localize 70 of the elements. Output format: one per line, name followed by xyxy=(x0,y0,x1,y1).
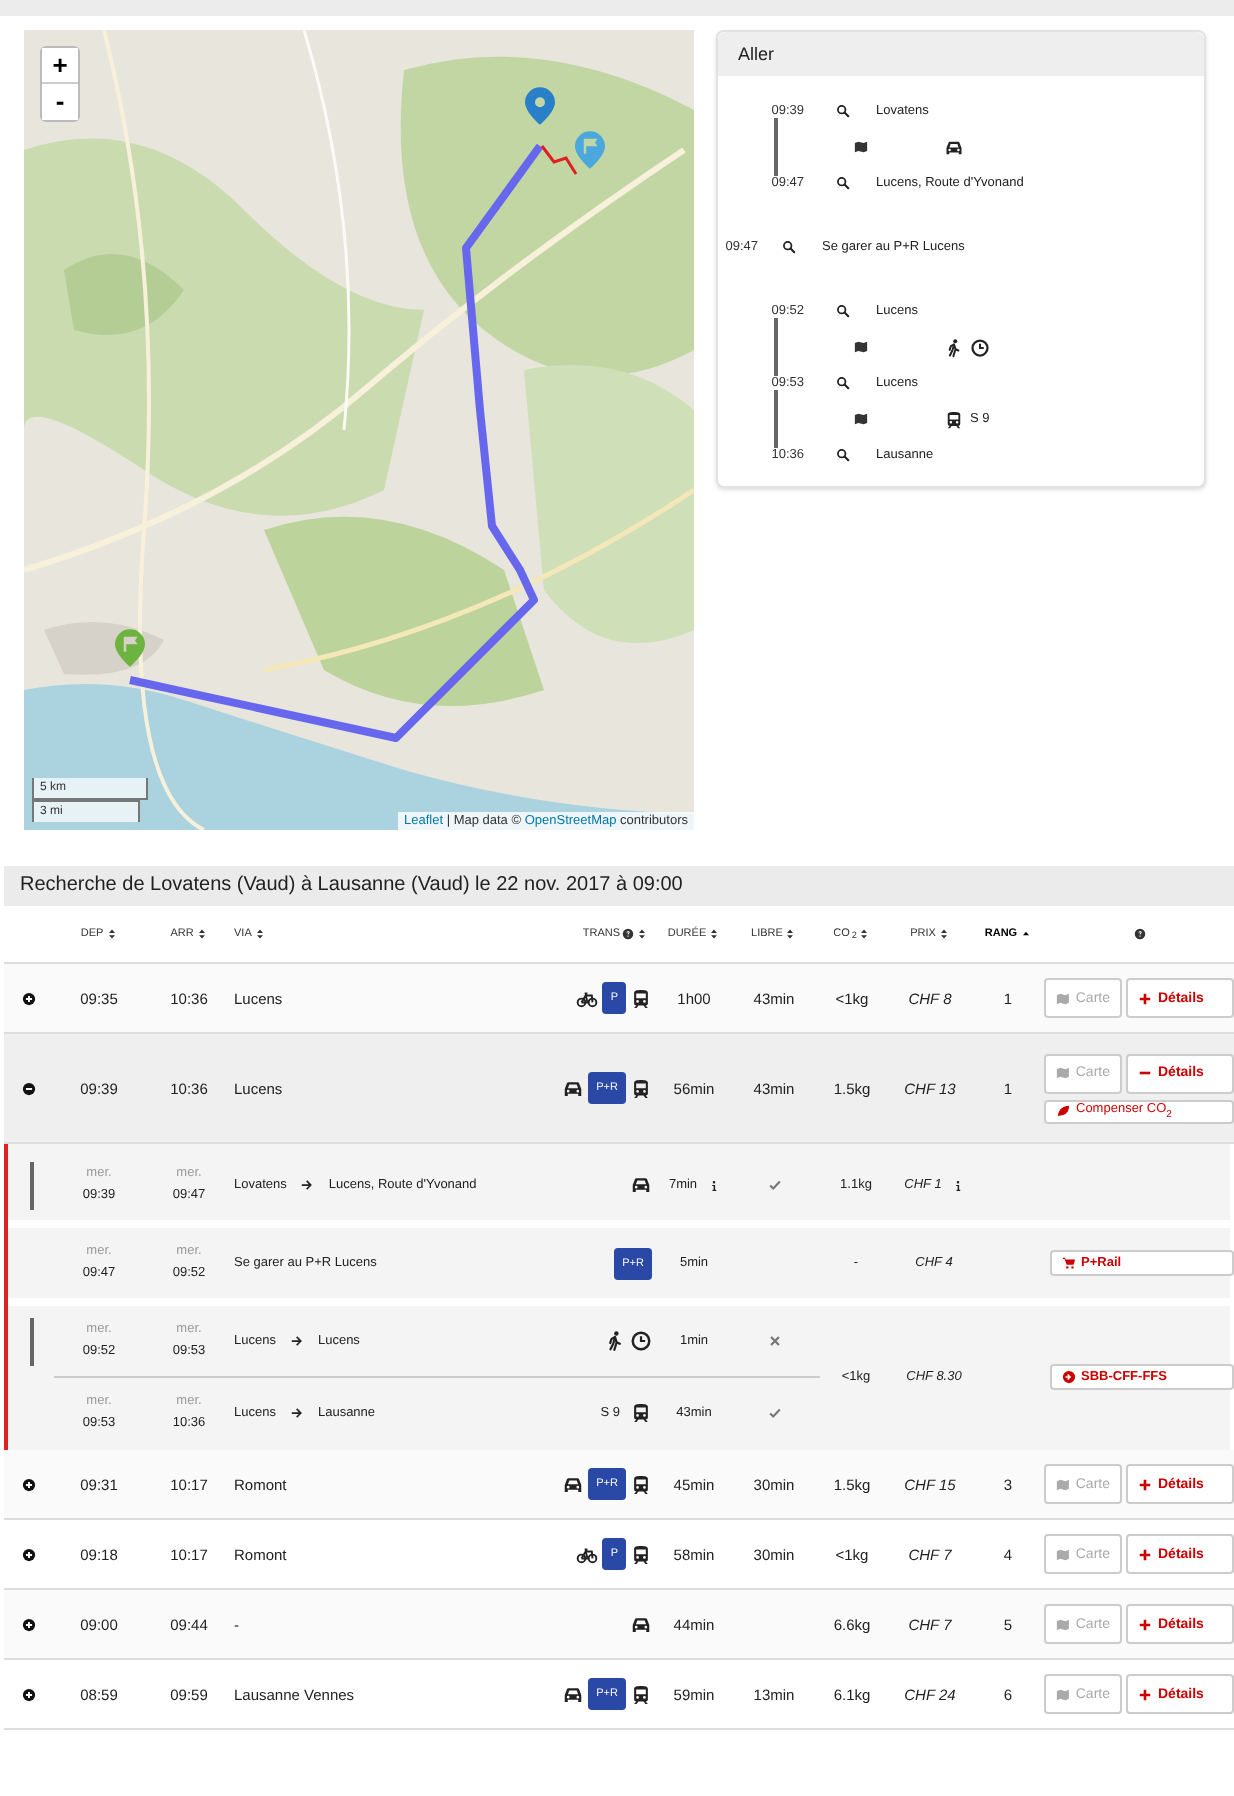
expand-icon[interactable] xyxy=(22,991,36,1005)
map-icon[interactable] xyxy=(854,140,868,154)
minus-icon xyxy=(1138,1066,1152,1080)
card-title: Aller xyxy=(718,32,1204,76)
leaf-icon xyxy=(1056,1104,1070,1118)
map-icon[interactable] xyxy=(854,340,868,354)
search-icon[interactable] xyxy=(836,176,850,190)
map-icon xyxy=(1056,1066,1070,1080)
help-icon[interactable] xyxy=(1133,928,1145,940)
map-icon xyxy=(1056,1617,1070,1631)
plus-icon xyxy=(1138,991,1152,1005)
plus-icon xyxy=(1138,1617,1152,1631)
map-icon xyxy=(1056,1687,1070,1701)
sort-icon[interactable] xyxy=(708,928,721,940)
bicycle-icon xyxy=(576,1543,599,1565)
search-icon[interactable] xyxy=(836,304,850,318)
collapse-icon[interactable] xyxy=(22,1081,36,1095)
map-icon xyxy=(1056,1547,1070,1561)
map-pin-icon xyxy=(520,82,560,130)
expand-icon[interactable] xyxy=(22,1547,36,1561)
arrow-right-icon xyxy=(289,1405,304,1419)
sort-icon[interactable] xyxy=(636,928,648,940)
search-icon[interactable] xyxy=(836,104,850,118)
sort-icon[interactable] xyxy=(858,928,871,940)
bicycle-icon xyxy=(576,987,599,1009)
expand-icon[interactable] xyxy=(22,1477,36,1491)
info-icon[interactable] xyxy=(951,1179,964,1191)
map-icon xyxy=(1056,991,1070,1005)
plus-icon xyxy=(1138,1477,1152,1491)
map-icon xyxy=(1056,1477,1070,1491)
car-icon xyxy=(562,1683,585,1705)
car-icon xyxy=(562,1473,585,1495)
search-icon[interactable] xyxy=(836,448,850,462)
train-icon xyxy=(630,1473,652,1495)
sort-icon[interactable] xyxy=(105,928,118,940)
sort-icon[interactable] xyxy=(784,928,797,940)
zoom-in-button[interactable]: + xyxy=(42,48,78,84)
cart-icon xyxy=(1061,1256,1075,1270)
flag-marker-icon xyxy=(570,126,610,174)
train-icon xyxy=(630,1683,652,1705)
train-icon xyxy=(630,1077,652,1099)
walking-person-icon xyxy=(604,1330,626,1352)
plus-icon xyxy=(1138,1687,1152,1701)
sort-icon[interactable] xyxy=(195,928,208,940)
train-icon xyxy=(630,987,652,1009)
plus-icon xyxy=(1138,1547,1152,1561)
clock-icon xyxy=(630,1330,652,1352)
clock-icon xyxy=(970,337,990,357)
info-icon[interactable] xyxy=(707,1179,720,1191)
car-icon xyxy=(630,1174,652,1196)
arrow-right-icon xyxy=(289,1334,304,1348)
search-icon[interactable] xyxy=(836,376,850,390)
train-icon xyxy=(630,1401,652,1423)
car-icon xyxy=(944,137,964,157)
train-icon xyxy=(944,409,964,429)
walking-person-icon xyxy=(944,337,964,357)
expand-icon[interactable] xyxy=(22,1617,36,1631)
results-title: Recherche de Lovatens (Vaud) à Lausanne (Vaud) le 22 nov. 2017 à 09:00 xyxy=(4,866,1234,906)
flag-marker-icon xyxy=(110,624,150,672)
sort-icon[interactable] xyxy=(937,928,950,940)
sort-icon[interactable] xyxy=(253,928,266,940)
train-icon xyxy=(630,1543,652,1565)
help-icon[interactable] xyxy=(622,928,634,940)
sort-ascending-icon[interactable] xyxy=(1019,928,1032,940)
search-icon[interactable] xyxy=(782,240,796,254)
expand-icon[interactable] xyxy=(22,1687,36,1701)
arrow-right-icon xyxy=(300,1178,315,1192)
car-icon xyxy=(630,1613,652,1635)
map-icon[interactable] xyxy=(854,412,868,426)
car-icon xyxy=(562,1077,585,1099)
